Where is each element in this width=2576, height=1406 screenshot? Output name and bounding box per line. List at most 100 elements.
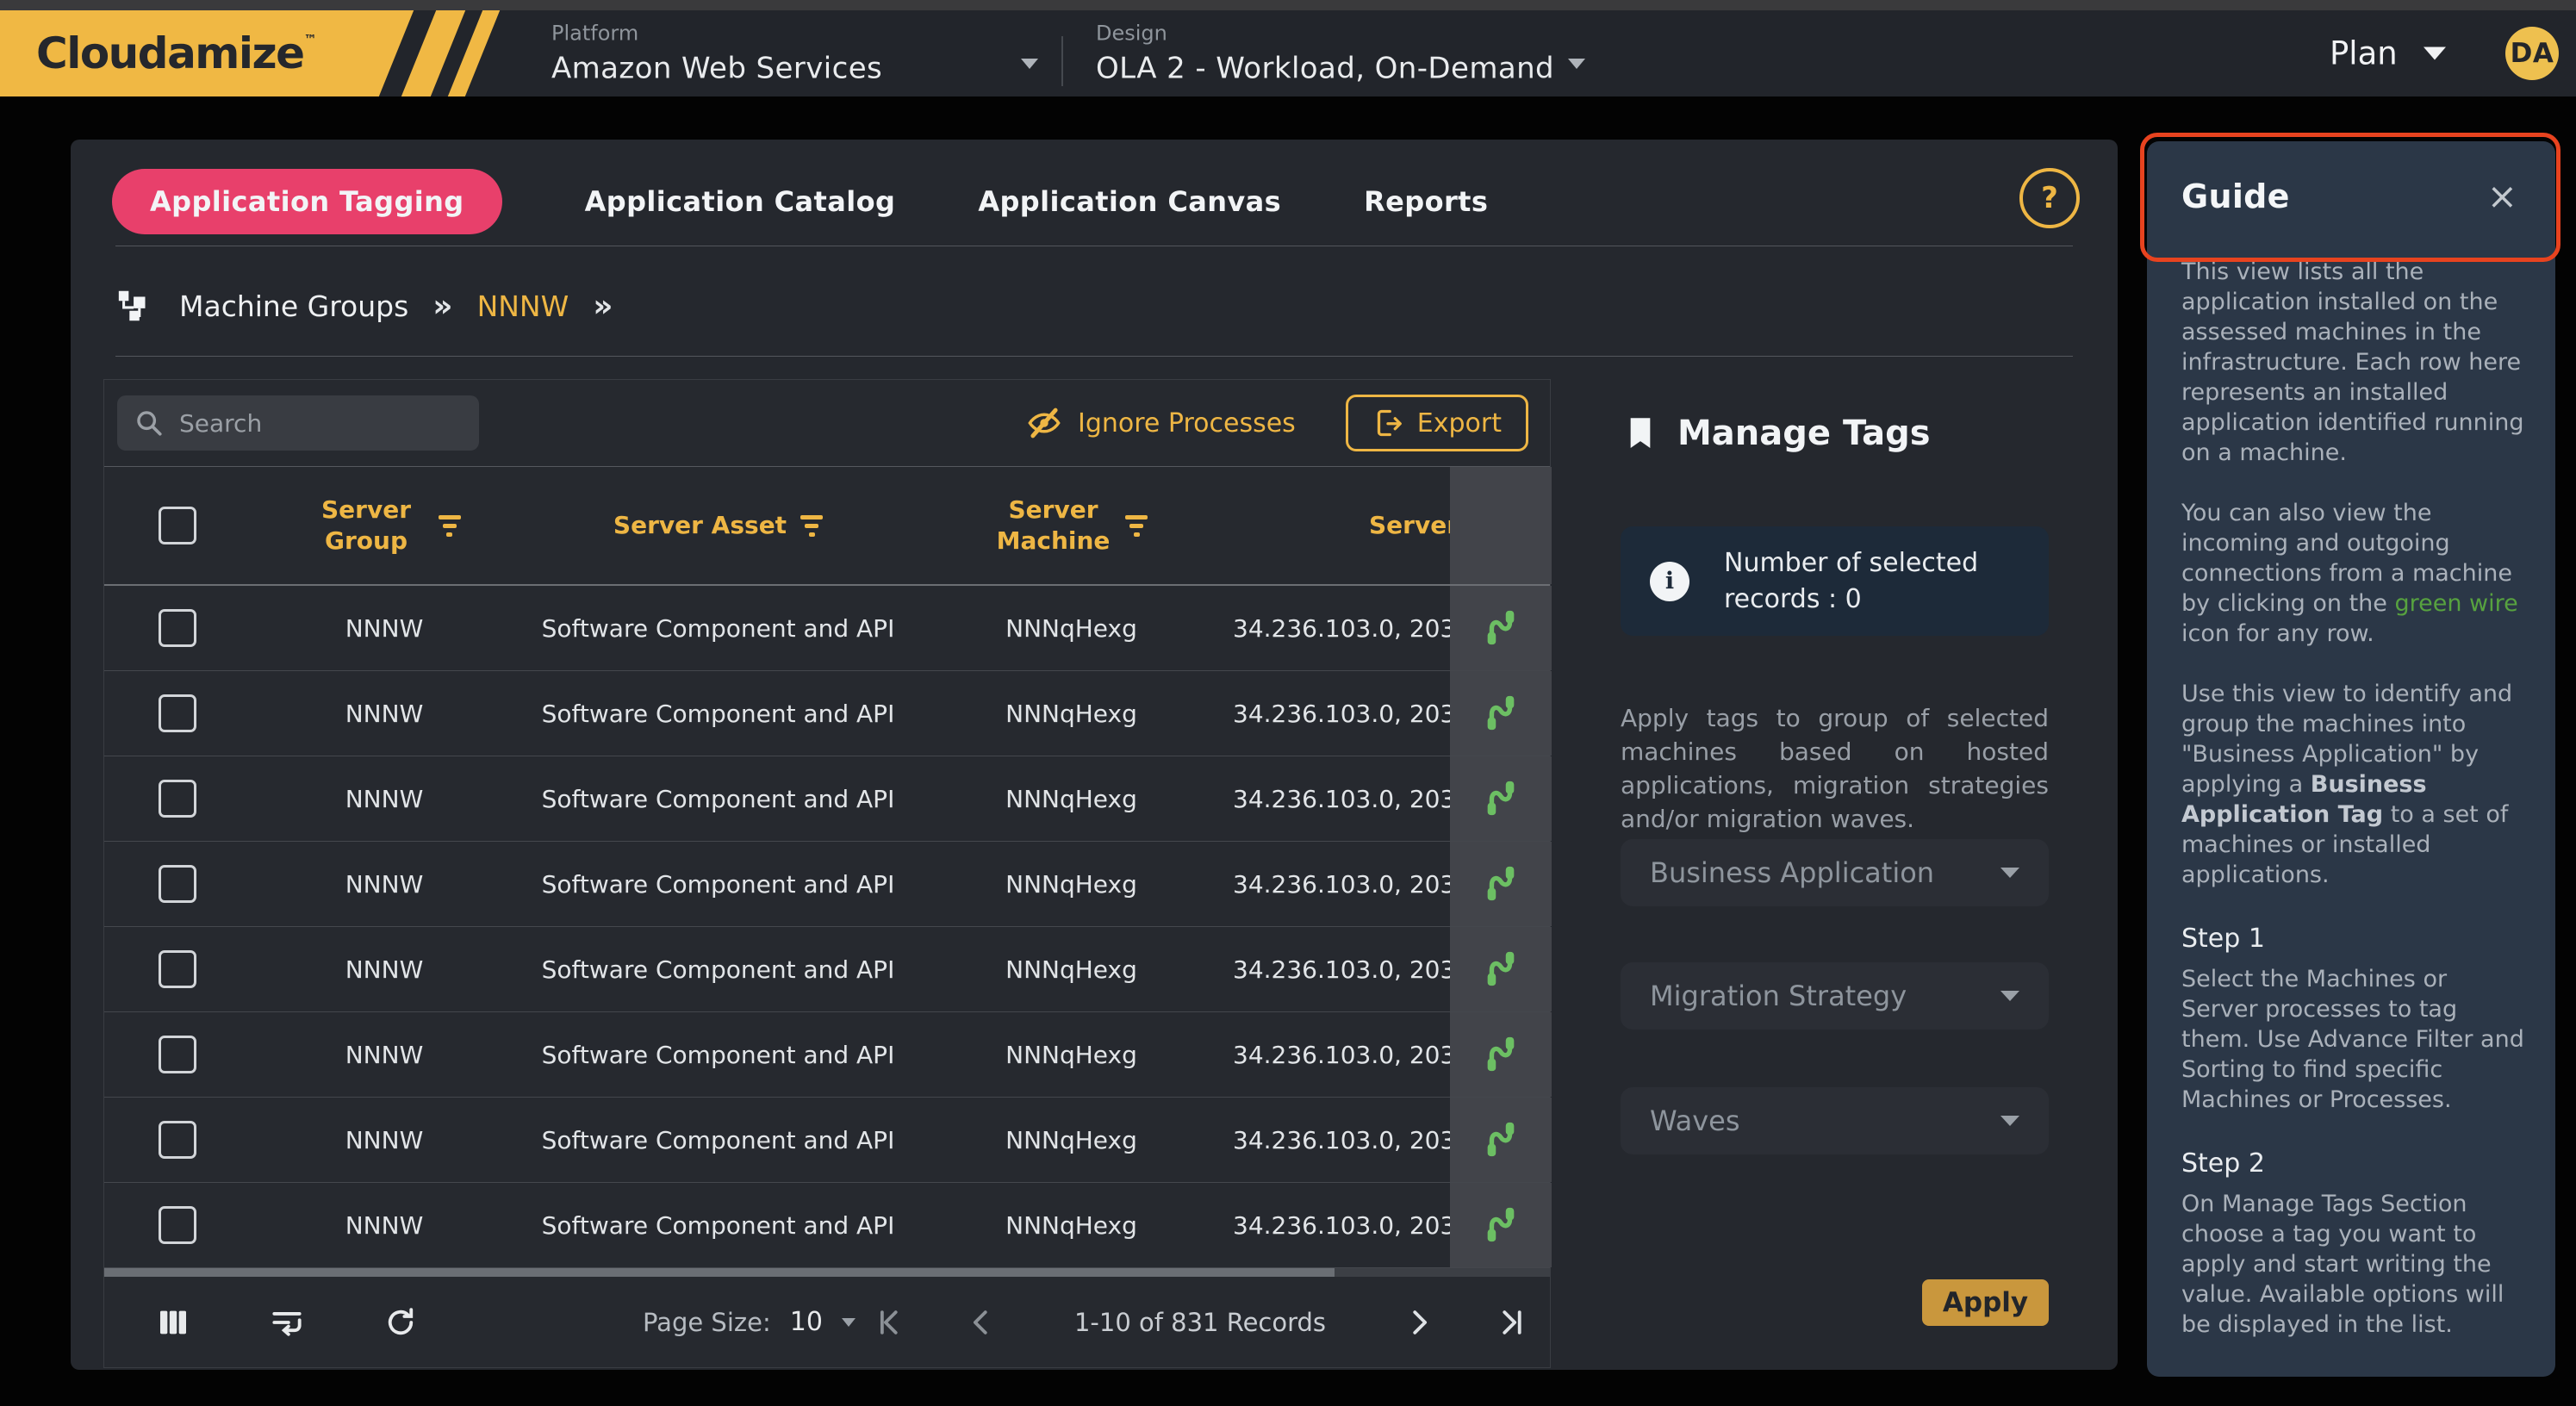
cell-server-ips: 34.236.103.0, 203.24 [1224, 927, 1450, 1011]
filter-icon[interactable] [1125, 515, 1148, 537]
row-checkbox[interactable] [159, 694, 196, 732]
tab-reports[interactable]: Reports [1364, 185, 1488, 218]
breadcrumb-machine-groups[interactable]: Machine Groups [179, 289, 408, 323]
export-label: Export [1417, 408, 1502, 439]
breadcrumb-separator: » [593, 289, 613, 324]
green-wire-icon[interactable] [1481, 948, 1521, 991]
search-icon [134, 408, 164, 438]
prev-page-button[interactable] [962, 1303, 1000, 1341]
table-row[interactable]: NNNW Software Component and API NNNqHexg… [104, 671, 1550, 756]
green-wire-icon[interactable] [1481, 862, 1521, 905]
applications-table: Ignore Processes Export Server Group [103, 379, 1551, 1368]
pagination-bar: Page Size: 10 1-10 of 831 [104, 1277, 1550, 1367]
breadcrumb-current-group[interactable]: NNNW [477, 289, 569, 323]
green-wire-icon[interactable] [1481, 607, 1521, 650]
table-row[interactable]: NNNW Software Component and API NNNqHexg… [104, 756, 1550, 842]
cell-server-asset: Software Component and API [518, 1183, 918, 1267]
filter-icon[interactable] [439, 515, 461, 537]
green-wire-icon[interactable] [1481, 1204, 1521, 1247]
chevron-down-icon[interactable] [1568, 59, 1585, 69]
chevron-down-icon [2000, 868, 2019, 878]
row-checkbox[interactable] [159, 865, 196, 903]
cell-server-machine: NNNqHexg [918, 1183, 1224, 1267]
page-size-value[interactable]: 10 [790, 1307, 823, 1337]
cell-server-asset: Software Component and API [518, 671, 918, 756]
filter-icon[interactable] [800, 515, 823, 537]
manage-tags-title: Manage Tags [1626, 414, 1931, 453]
cloudamize-logo[interactable]: Cloudamize™ [0, 10, 526, 96]
breadcrumb-separator: » [432, 289, 452, 324]
page-size-control: Page Size: 10 [643, 1307, 856, 1337]
chevron-down-icon[interactable] [1021, 59, 1038, 69]
refresh-icon[interactable] [382, 1303, 420, 1341]
first-page-button[interactable] [869, 1303, 907, 1341]
waves-dropdown[interactable]: Waves [1621, 1087, 2049, 1154]
close-icon[interactable]: × [2487, 178, 2517, 215]
platform-selector[interactable]: Platform Amazon Web Services [551, 22, 882, 86]
tab-application-catalog[interactable]: Application Catalog [585, 185, 896, 218]
design-selector[interactable]: Design OLA 2 - Workload, On-Demand [1096, 22, 1554, 86]
horizontal-scrollbar[interactable] [104, 1268, 1550, 1277]
cell-server-asset: Software Component and API [518, 586, 918, 670]
columns-icon[interactable] [154, 1303, 192, 1341]
column-server-machine: Server Machine [918, 467, 1224, 584]
machine-groups-icon [115, 286, 155, 326]
export-button[interactable]: Export [1346, 395, 1528, 451]
green-wire-icon[interactable] [1481, 777, 1521, 820]
chevron-down-icon [2000, 991, 2019, 1001]
business-application-dropdown[interactable]: Business Application [1621, 839, 2049, 906]
column-label: Server Asset [613, 510, 787, 541]
apply-button[interactable]: Apply [1922, 1279, 2049, 1326]
search-box[interactable] [117, 395, 479, 451]
green-wire-icon[interactable] [1481, 692, 1521, 735]
cell-server-group: NNNW [251, 842, 518, 926]
table-row[interactable]: NNNW Software Component and API NNNqHexg… [104, 927, 1550, 1012]
tab-application-canvas[interactable]: Application Canvas [978, 185, 1281, 218]
design-label: Design [1096, 22, 1554, 46]
row-checkbox[interactable] [159, 950, 196, 988]
ignore-processes-button[interactable]: Ignore Processes [1026, 405, 1296, 441]
guide-step1-title: Step 1 [2181, 920, 2524, 957]
table-row[interactable]: NNNW Software Component and API NNNqHexg… [104, 1183, 1550, 1268]
migration-strategy-dropdown[interactable]: Migration Strategy [1621, 962, 2049, 1030]
green-wire-mention: green wire [2394, 590, 2517, 617]
column-label: Server [1369, 510, 1450, 541]
cell-server-machine: NNNqHexg [918, 586, 1224, 670]
cell-server-machine: NNNqHexg [918, 671, 1224, 756]
avatar[interactable]: DA [2505, 27, 2559, 80]
cell-server-machine: NNNqHexg [918, 1098, 1224, 1182]
selected-records-text: Number of selected records : 0 [1724, 545, 2019, 618]
cell-server-group: NNNW [251, 671, 518, 756]
row-checkbox[interactable] [159, 1206, 196, 1244]
table-header-row: Server Group Server Asset Server Machine… [104, 467, 1550, 586]
cell-server-machine: NNNqHexg [918, 1012, 1224, 1097]
row-checkbox[interactable] [159, 1121, 196, 1159]
chevron-down-icon[interactable] [842, 1318, 856, 1327]
help-button[interactable]: ? [2019, 168, 2080, 228]
cell-server-asset: Software Component and API [518, 842, 918, 926]
breadcrumb: Machine Groups » NNNW » [115, 269, 613, 343]
table-row[interactable]: NNNW Software Component and API NNNqHexg… [104, 586, 1550, 671]
selected-records-info: i Number of selected records : 0 [1621, 526, 2049, 636]
guide-title: Guide [2181, 177, 2290, 215]
select-all-checkbox[interactable] [159, 507, 196, 544]
column-actions [1450, 467, 1552, 584]
row-checkbox[interactable] [159, 1036, 196, 1073]
main-card: Application Tagging Application Catalog … [71, 140, 2118, 1370]
last-page-button[interactable] [1493, 1303, 1531, 1341]
table-row[interactable]: NNNW Software Component and API NNNqHexg… [104, 1098, 1550, 1183]
green-wire-icon[interactable] [1481, 1033, 1521, 1076]
plan-menu[interactable]: Plan [2330, 35, 2446, 72]
next-page-button[interactable] [1400, 1303, 1438, 1341]
row-checkbox[interactable] [159, 609, 196, 647]
cell-server-ips: 34.236.103.0, 203.24 [1224, 671, 1450, 756]
cell-server-asset: Software Component and API [518, 1012, 918, 1097]
tab-application-tagging[interactable]: Application Tagging [112, 169, 502, 234]
green-wire-icon[interactable] [1481, 1118, 1521, 1161]
table-row[interactable]: NNNW Software Component and API NNNqHexg… [104, 842, 1550, 927]
advanced-sort-icon[interactable] [268, 1303, 306, 1341]
row-checkbox[interactable] [159, 780, 196, 818]
scrollbar-thumb[interactable] [104, 1268, 1335, 1277]
table-row[interactable]: NNNW Software Component and API NNNqHexg… [104, 1012, 1550, 1098]
search-input[interactable] [177, 408, 462, 439]
